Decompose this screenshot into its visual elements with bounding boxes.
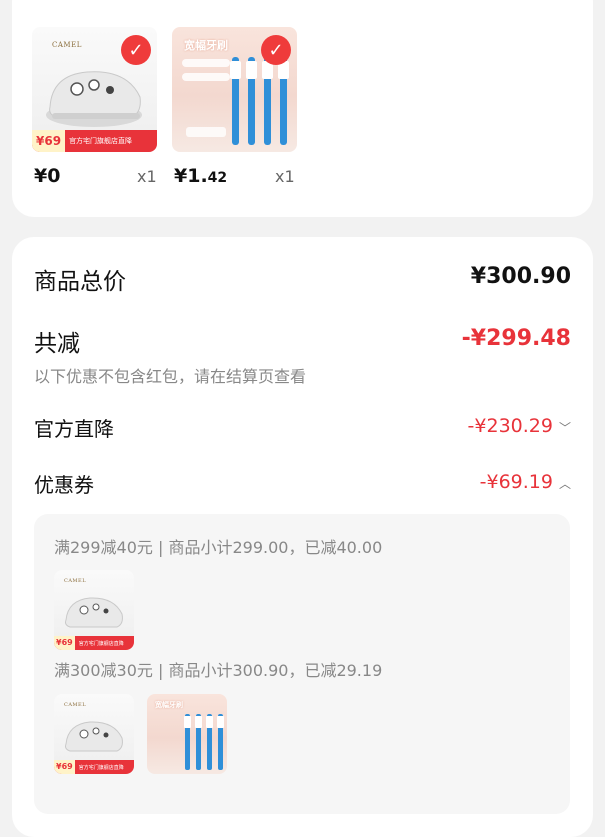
- promo-banner: ¥69 官方宅门旗舰店直降: [54, 636, 134, 650]
- official-discount-toggle[interactable]: -¥230.29 ﹀: [468, 415, 571, 437]
- item-price: ¥0: [34, 165, 61, 187]
- price-cents: 42: [207, 170, 228, 186]
- coupon-value: -¥69.19: [479, 471, 553, 493]
- item-price: ¥1.42: [174, 165, 227, 187]
- promo-text: 官方宅门旗舰店直降: [69, 137, 133, 145]
- check-circle-icon[interactable]: ✓: [121, 35, 151, 65]
- price-summary-card: 商品总价 ¥300.90 共减 -¥299.48 以下优惠不包含红包，请在结算页…: [12, 237, 593, 837]
- promo-text: 官方宅门旗舰店直降: [78, 640, 124, 647]
- coupon-product-thumb-shoe[interactable]: CAMEL ¥69 官方宅门旗舰店直降: [54, 694, 134, 774]
- official-discount-label: 官方直降: [34, 417, 114, 441]
- selected-products-card: CAMEL ✓ ¥69 官方宅门旗舰店直降 宽幅牙刷 ✓ ¥0 x1 ¥1.42…: [12, 0, 593, 217]
- discount-note: 以下优惠不包含红包，请在结算页查看: [34, 367, 307, 386]
- coupon-product-thumb-toothbrush[interactable]: 宽幅牙刷: [147, 694, 227, 774]
- promo-price: ¥69: [32, 130, 66, 152]
- product-thumb-toothbrush[interactable]: 宽幅牙刷 ✓: [172, 27, 297, 152]
- promo-text: 官方宅门旗舰店直降: [78, 764, 124, 771]
- toothbrush-image: [184, 714, 224, 770]
- product-thumb-shoe[interactable]: CAMEL ✓ ¥69 官方宅门旗舰店直降: [32, 27, 157, 152]
- total-label: 商品总价: [34, 269, 126, 295]
- promo-price: ¥69: [54, 760, 75, 774]
- chevron-up-icon: ︿: [558, 477, 571, 491]
- promo-banner: ¥69 官方宅门旗舰店直降: [54, 760, 134, 774]
- coupon-rule: 满299减40元 | 商品小计299.00，已减40.00: [54, 538, 383, 557]
- coupon-label: 优惠券: [34, 473, 94, 497]
- promo-banner: ¥69 官方宅门旗舰店直降: [32, 130, 157, 152]
- total-value: ¥300.90: [470, 264, 571, 289]
- check-circle-icon[interactable]: ✓: [261, 35, 291, 65]
- promo-price: ¥69: [54, 636, 75, 650]
- coupon-toggle[interactable]: -¥69.19 ︿: [480, 471, 571, 493]
- official-discount-value: -¥230.29: [467, 415, 553, 437]
- chevron-down-icon: ﹀: [558, 421, 571, 435]
- coupon-rule: 满300减30元 | 商品小计300.90，已减29.19: [54, 661, 383, 680]
- coupon-product-thumb-shoe[interactable]: CAMEL ¥69 官方宅门旗舰店直降: [54, 570, 134, 650]
- price-main: ¥1.: [174, 165, 208, 187]
- coupon-detail-panel: 满299减40元 | 商品小计299.00，已减40.00 CAMEL ¥69 …: [34, 514, 570, 814]
- item-quantity: x1: [137, 167, 157, 186]
- item-quantity: x1: [275, 167, 295, 186]
- discount-value: -¥299.48: [461, 326, 571, 351]
- discount-label: 共减: [34, 331, 80, 357]
